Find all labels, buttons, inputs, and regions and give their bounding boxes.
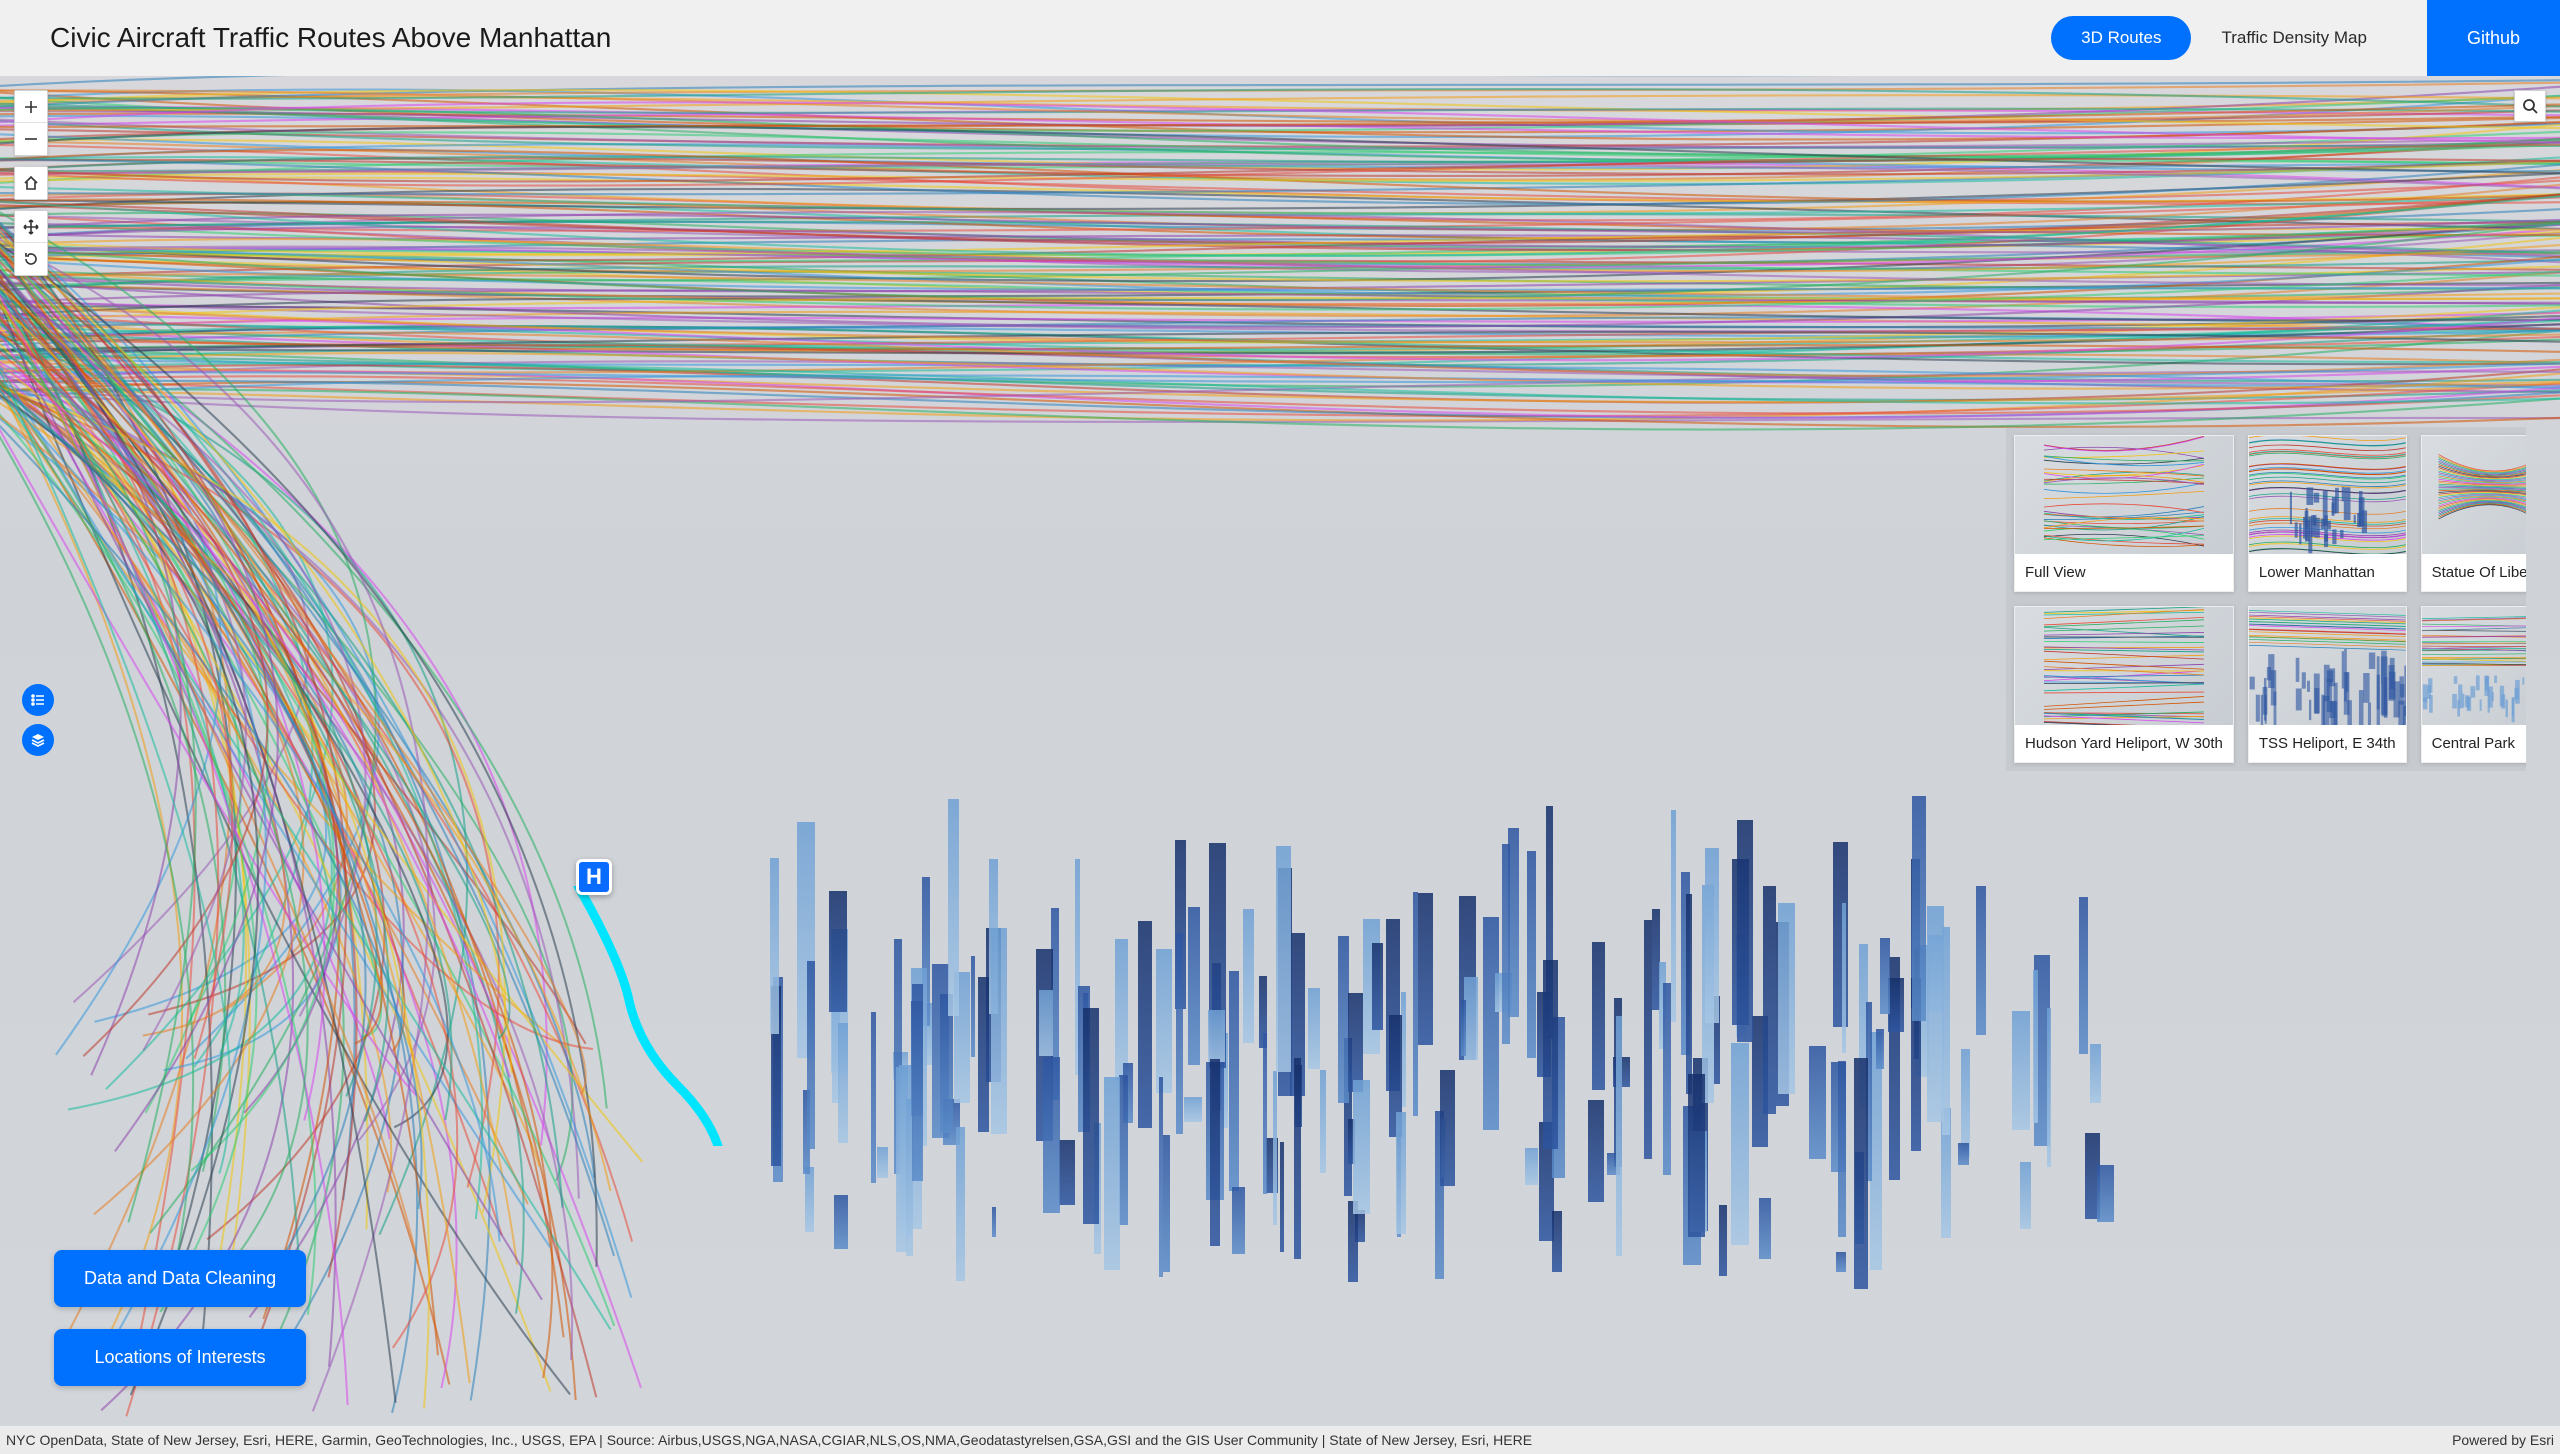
home-button[interactable]: [15, 167, 47, 199]
nav-traffic-density[interactable]: Traffic Density Map: [2191, 16, 2397, 60]
attribution-bar: NYC OpenData, State of New Jersey, Esri,…: [0, 1426, 2560, 1454]
search-button[interactable]: [2514, 90, 2546, 122]
plus-icon: [23, 99, 39, 115]
bookmark-label: Full View: [2015, 554, 2233, 591]
bookmark-card[interactable]: Statue Of Liberty: [2421, 435, 2526, 592]
rotate-icon: [23, 251, 39, 267]
attribution-text: NYC OpenData, State of New Jersey, Esri,…: [6, 1432, 2436, 1448]
home-icon: [23, 175, 39, 191]
bookmark-card[interactable]: Full View: [2014, 435, 2234, 592]
pan-icon: [23, 219, 39, 235]
bookmark-thumbnail: [2249, 436, 2406, 554]
bookmark-card[interactable]: Central Park: [2421, 606, 2526, 763]
bookmark-label: Lower Manhattan: [2249, 554, 2406, 591]
home-group: [14, 166, 48, 200]
navigate-group: [14, 210, 48, 276]
bookmark-card[interactable]: Hudson Yard Heliport, W 30th: [2014, 606, 2234, 763]
legend-button[interactable]: [22, 684, 54, 716]
pan-button[interactable]: [15, 211, 47, 243]
page-title: Civic Aircraft Traffic Routes Above Manh…: [50, 22, 2051, 54]
layers-icon: [30, 732, 46, 748]
highlighted-route: [538, 886, 738, 1146]
bookmark-label: Statue Of Liberty: [2422, 554, 2526, 591]
powered-by[interactable]: Powered by Esri: [2436, 1432, 2554, 1448]
list-icon: [30, 692, 46, 708]
rotate-button[interactable]: [15, 243, 47, 275]
zoom-in-button[interactable]: [15, 91, 47, 123]
heliport-marker-label: H: [586, 864, 602, 890]
bookmark-thumbnail: [2015, 607, 2233, 725]
data-cleaning-button[interactable]: Data and Data Cleaning: [54, 1250, 306, 1307]
map-scene[interactable]: H: [0, 76, 2560, 1426]
bookmark-gallery[interactable]: Full View Lower Manhattan Statue Of Libe…: [2006, 427, 2526, 771]
map-controls-right: [2514, 90, 2546, 122]
bookmark-label: Central Park: [2422, 725, 2526, 762]
map-controls-left: [14, 90, 48, 276]
bookmark-card[interactable]: Lower Manhattan: [2248, 435, 2407, 592]
bookmark-thumbnail: [2422, 607, 2526, 725]
bottom-left-actions: Data and Data Cleaning Locations of Inte…: [54, 1250, 306, 1386]
bookmark-label: Hudson Yard Heliport, W 30th: [2015, 725, 2233, 762]
bookmark-thumbnail: [2249, 607, 2406, 725]
header-nav: 3D Routes Traffic Density Map Github: [2051, 0, 2510, 76]
zoom-group: [14, 90, 48, 156]
bookmark-thumbnail: [2422, 436, 2526, 554]
manhattan-skyline: [768, 481, 2176, 1291]
zoom-out-button[interactable]: [15, 123, 47, 155]
bookmark-card[interactable]: TSS Heliport, E 34th: [2248, 606, 2407, 763]
bookmark-label: TSS Heliport, E 34th: [2249, 725, 2406, 762]
layers-button[interactable]: [22, 724, 54, 756]
nav-3d-routes[interactable]: 3D Routes: [2051, 16, 2191, 60]
left-mid-controls: [22, 684, 54, 756]
header-bar: Civic Aircraft Traffic Routes Above Manh…: [0, 0, 2560, 76]
github-button[interactable]: Github: [2427, 0, 2560, 76]
locations-button[interactable]: Locations of Interests: [54, 1329, 306, 1386]
heliport-marker[interactable]: H: [576, 859, 612, 895]
bookmark-thumbnail: [2015, 436, 2233, 554]
search-icon: [2522, 98, 2538, 114]
minus-icon: [23, 131, 39, 147]
